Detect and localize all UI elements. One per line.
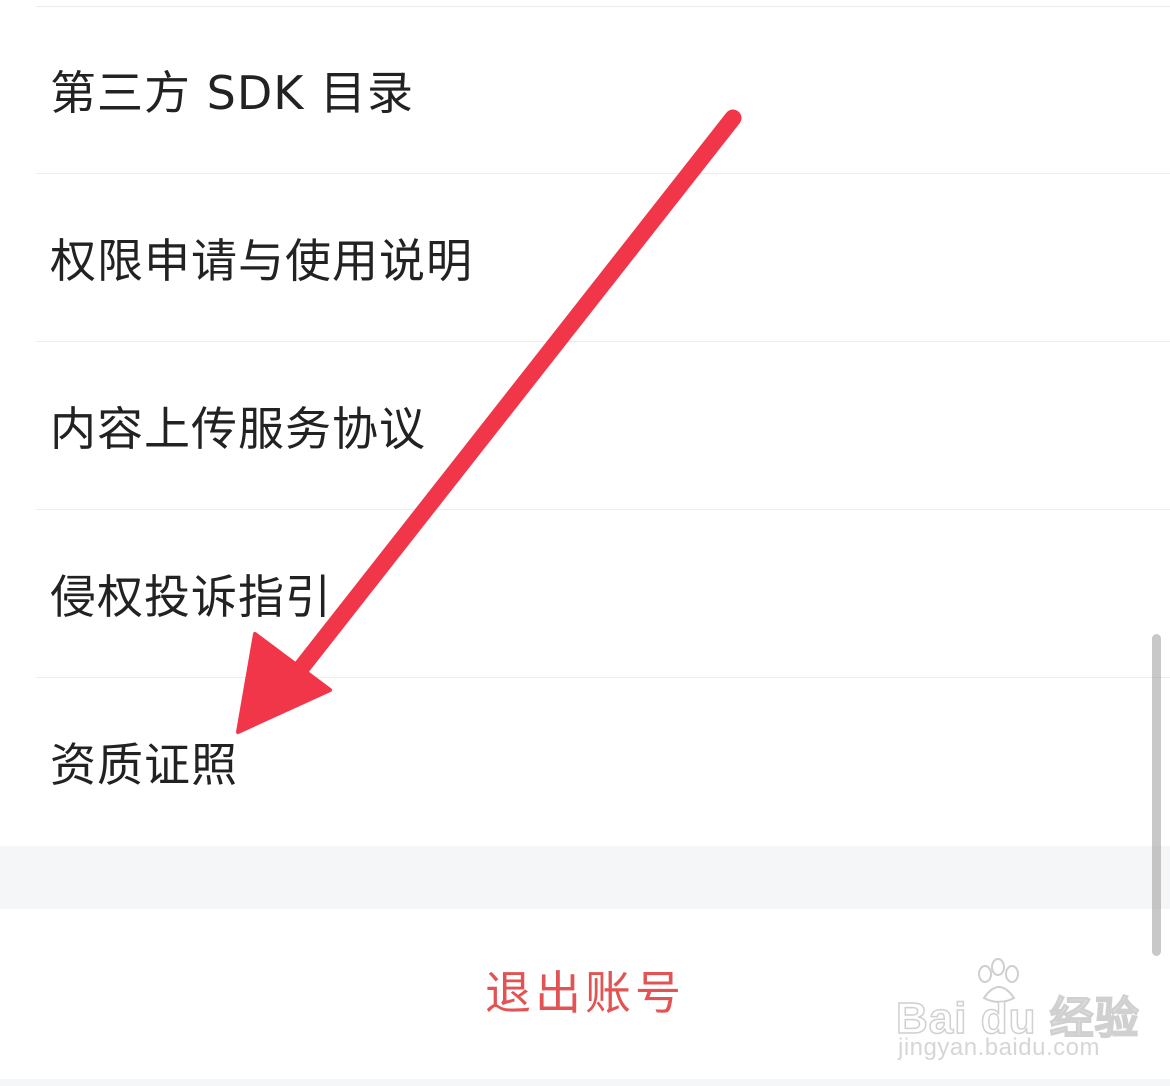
logout-label: 退出账号 <box>485 966 685 1020</box>
logout-button[interactable]: 退出账号 <box>0 909 1170 1079</box>
menu-item-label: 侵权投诉指引 <box>50 570 332 624</box>
scrollbar[interactable] <box>1152 634 1161 956</box>
menu-item-label: 权限申请与使用说明 <box>50 234 473 288</box>
menu-item-label: 资质证照 <box>50 738 238 792</box>
menu-item-label: 第三方 SDK 目录 <box>50 66 415 120</box>
menu-item-upload-agreement[interactable]: 内容上传服务协议 <box>0 342 1170 510</box>
section-gap <box>0 846 1170 909</box>
menu-item-infringement-guide[interactable]: 侵权投诉指引 <box>0 510 1170 678</box>
menu-item-third-party-sdk[interactable]: 第三方 SDK 目录 <box>0 6 1170 174</box>
menu-item-label: 内容上传服务协议 <box>50 402 426 456</box>
bottom-strip <box>0 1079 1170 1086</box>
menu-item-qualifications[interactable]: 资质证照 <box>0 678 1170 846</box>
logout-section: 退出账号 <box>0 909 1170 1079</box>
settings-menu-list: 第三方 SDK 目录 权限申请与使用说明 内容上传服务协议 侵权投诉指引 资质证… <box>0 6 1170 846</box>
menu-item-permission-explanation[interactable]: 权限申请与使用说明 <box>0 174 1170 342</box>
